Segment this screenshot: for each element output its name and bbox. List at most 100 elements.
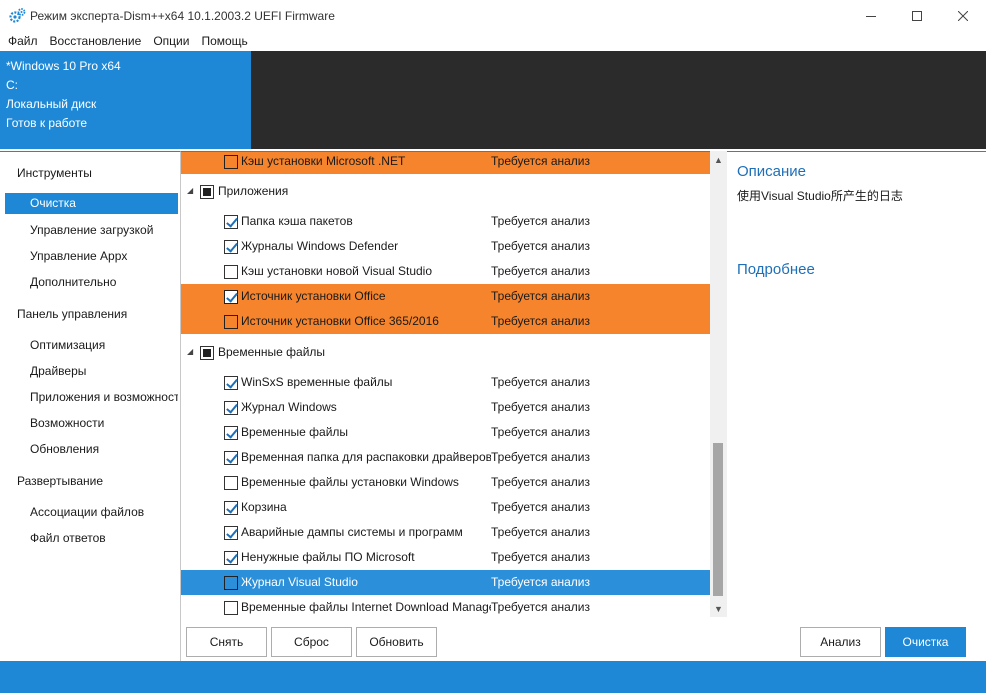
checkbox[interactable] xyxy=(224,476,238,490)
item-status: Требуется анализ xyxy=(491,239,590,253)
sidebar-item-advanced[interactable]: Дополнительно xyxy=(30,275,178,289)
group-label: Временные файлы xyxy=(218,345,326,359)
checkbox[interactable] xyxy=(224,501,238,515)
list-item[interactable]: Журнал Visual Studio Требуется анализ xyxy=(181,570,710,595)
sidebar: Инструменты Очистка Управление загрузкой… xyxy=(0,151,181,661)
status-bar xyxy=(0,661,986,693)
details-panel: Описание 使用Visual Studio所产生的日志 Подробнее xyxy=(727,151,986,621)
checkbox[interactable] xyxy=(224,426,238,440)
item-label: Источник установки Office 365/2016 xyxy=(241,314,439,328)
checkbox[interactable] xyxy=(224,215,238,229)
item-label: Кэш установки новой Visual Studio xyxy=(241,264,433,278)
more-info-link[interactable]: Подробнее xyxy=(737,261,815,278)
analyze-button[interactable]: Анализ xyxy=(800,627,881,657)
item-label: Временная папка для распаковки драйверов xyxy=(241,450,491,464)
list-item[interactable]: Источник установки Office Требуется анал… xyxy=(181,284,710,309)
item-label: Журнал Visual Studio xyxy=(241,575,358,589)
scroll-thumb[interactable] xyxy=(713,443,723,596)
checkbox[interactable] xyxy=(224,601,238,615)
item-status: Требуется анализ xyxy=(491,425,590,439)
checkbox[interactable] xyxy=(224,315,238,329)
checkbox[interactable] xyxy=(224,376,238,390)
checkbox[interactable] xyxy=(224,290,238,304)
list-item[interactable]: Временные файлы установки Windows Требуе… xyxy=(181,470,710,495)
item-status: Требуется анализ xyxy=(491,154,590,168)
sidebar-item-appx-management[interactable]: Управление Appx xyxy=(30,249,178,263)
list-item[interactable]: Папка кэша пакетов Требуется анализ xyxy=(181,209,710,234)
item-label: Ненужные файлы ПО Microsoft xyxy=(241,550,415,564)
group-checkbox[interactable] xyxy=(200,185,214,199)
sidebar-item-file-associations[interactable]: Ассоциации файлов xyxy=(30,505,178,519)
item-label: Временные файлы Internet Download Manage… xyxy=(241,600,491,614)
list-item[interactable]: Временные файлы Internet Download Manage… xyxy=(181,595,710,617)
clean-button[interactable]: Очистка xyxy=(885,627,966,657)
sidebar-item-cleanup[interactable]: Очистка xyxy=(5,193,178,214)
checkbox[interactable] xyxy=(224,401,238,415)
item-status: Требуется анализ xyxy=(491,375,590,389)
item-label: Папка кэша пакетов xyxy=(241,214,353,228)
sidebar-group-deployment: Развертывание xyxy=(17,474,104,488)
list-item[interactable]: Временная папка для распаковки драйверов… xyxy=(181,445,710,470)
sidebar-item-optimization[interactable]: Оптимизация xyxy=(30,338,178,352)
collapse-arrow-icon[interactable]: ◢ xyxy=(187,186,193,195)
menu-help[interactable]: Помощь xyxy=(195,31,253,51)
checkbox[interactable] xyxy=(224,451,238,465)
list-item[interactable]: Журналы Windows Defender Требуется анали… xyxy=(181,234,710,259)
item-status: Требуется анализ xyxy=(491,475,590,489)
sidebar-item-apps-features[interactable]: Приложения и возможности xyxy=(30,390,178,404)
list-item[interactable]: Кэш установки новой Visual Studio Требуе… xyxy=(181,259,710,284)
system-info-panel[interactable]: *Windows 10 Pro x64 C: Локальный диск Го… xyxy=(0,51,251,149)
checkbox[interactable] xyxy=(224,155,238,169)
menu-bar: Файл Восстановление Опции Помощь xyxy=(0,31,986,51)
item-status: Требуется анализ xyxy=(491,289,590,303)
maximize-button[interactable] xyxy=(894,0,940,31)
close-button[interactable] xyxy=(940,0,986,31)
window-title: Режим эксперта-Dism++x64 10.1.2003.2 UEF… xyxy=(30,9,335,23)
list-item[interactable]: WinSxS временные файлы Требуется анализ xyxy=(181,370,710,395)
menu-recovery[interactable]: Восстановление xyxy=(44,31,148,51)
checkbox[interactable] xyxy=(224,240,238,254)
sidebar-item-updates[interactable]: Обновления xyxy=(30,442,178,456)
group-temp-files[interactable]: ◢ Временные файлы xyxy=(181,340,710,365)
item-label: Временные файлы установки Windows xyxy=(241,475,459,489)
scroll-up-icon[interactable]: ▲ xyxy=(710,151,727,168)
checkbox[interactable] xyxy=(224,526,238,540)
item-status: Требуется анализ xyxy=(491,575,590,589)
list-item[interactable]: Кэш установки Microsoft .NET Требуется а… xyxy=(181,152,710,174)
close-icon xyxy=(958,10,968,21)
item-label: Журналы Windows Defender xyxy=(241,239,399,253)
refresh-button[interactable]: Обновить xyxy=(356,627,437,657)
collapse-arrow-icon[interactable]: ◢ xyxy=(187,347,193,356)
item-status: Требуется анализ xyxy=(491,525,590,539)
scroll-down-icon[interactable]: ▼ xyxy=(710,600,727,617)
list-item[interactable]: Источник установки Office 365/2016 Требу… xyxy=(181,309,710,334)
list-item[interactable]: Корзина Требуется анализ xyxy=(181,495,710,520)
item-status: Требуется анализ xyxy=(491,314,590,328)
list-item[interactable]: Аварийные дампы системы и программ Требу… xyxy=(181,520,710,545)
uncheck-button[interactable]: Снять xyxy=(186,627,267,657)
minimize-button[interactable] xyxy=(848,0,894,31)
sidebar-item-answer-file[interactable]: Файл ответов xyxy=(30,531,178,545)
group-checkbox[interactable] xyxy=(200,346,214,360)
reset-button[interactable]: Сброс xyxy=(271,627,352,657)
checkbox[interactable] xyxy=(224,551,238,565)
menu-options[interactable]: Опции xyxy=(147,31,195,51)
group-apps[interactable]: ◢ Приложения xyxy=(181,179,710,204)
item-status: Требуется анализ xyxy=(491,600,590,614)
list-scrollbar[interactable]: ▲ ▼ xyxy=(710,151,727,617)
checkbox[interactable] xyxy=(224,265,238,279)
item-label: Источник установки Office xyxy=(241,289,386,303)
drive-letter: C: xyxy=(6,78,18,92)
sidebar-item-features[interactable]: Возможности xyxy=(30,416,178,430)
minimize-icon xyxy=(866,15,876,17)
item-label: WinSxS временные файлы xyxy=(241,375,393,389)
list-item[interactable]: Журнал Windows Требуется анализ xyxy=(181,395,710,420)
checkbox[interactable] xyxy=(224,576,238,590)
sidebar-item-drivers[interactable]: Драйверы xyxy=(30,364,178,378)
sidebar-item-boot-management[interactable]: Управление загрузкой xyxy=(30,223,178,237)
menu-file[interactable]: Файл xyxy=(0,31,44,51)
banner-area xyxy=(251,51,986,149)
sidebar-item-label: Очистка xyxy=(30,196,76,210)
list-item[interactable]: Временные файлы Требуется анализ xyxy=(181,420,710,445)
list-item[interactable]: Ненужные файлы ПО Microsoft Требуется ан… xyxy=(181,545,710,570)
